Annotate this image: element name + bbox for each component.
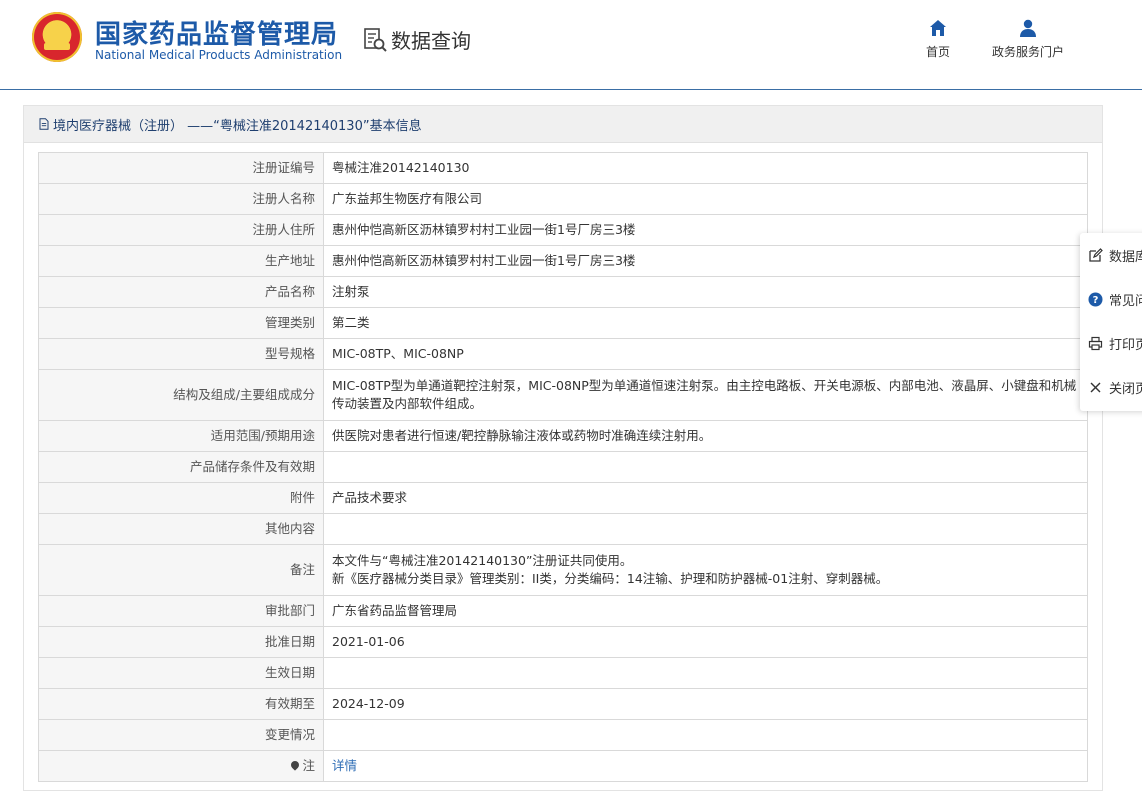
row-value: 2021-01-06 xyxy=(323,626,1088,658)
table-row: 附件 产品技术要求 xyxy=(38,482,1088,514)
row-value xyxy=(323,657,1088,689)
side-database-label: 数据库 xyxy=(1109,249,1142,265)
table-row: 注册人住所 惠州仲恺高新区沥林镇罗村村工业园一街1号厂房三3楼 xyxy=(38,214,1088,246)
svg-text:?: ? xyxy=(1093,295,1099,306)
row-label: 型号规格 xyxy=(38,338,324,370)
nav-service-portal[interactable]: 政务服务门户 xyxy=(988,18,1068,60)
row-label: 管理类别 xyxy=(38,307,324,339)
site-header: 国家药品监督管理局 National Medical Products Admi… xyxy=(0,0,1142,90)
document-icon xyxy=(39,118,49,130)
row-label: 结构及组成/主要组成成分 xyxy=(38,369,324,421)
data-query-heading: 数据查询 xyxy=(362,25,471,54)
row-label: 注 xyxy=(38,750,324,782)
row-value: 详情 xyxy=(323,750,1088,782)
row-value xyxy=(323,719,1088,751)
row-value: 惠州仲恺高新区沥林镇罗村村工业园一街1号厂房三3楼 xyxy=(323,214,1088,246)
national-emblem-icon xyxy=(32,12,82,62)
row-value xyxy=(323,513,1088,545)
table-row: 审批部门 广东省药品监督管理局 xyxy=(38,595,1088,627)
row-label: 备注 xyxy=(38,544,324,596)
table-row: 生产地址 惠州仲恺高新区沥林镇罗村村工业园一街1号厂房三3楼 xyxy=(38,245,1088,277)
table-row: 注册人名称 广东益邦生物医疗有限公司 xyxy=(38,183,1088,215)
table-row: 产品储存条件及有效期 xyxy=(38,451,1088,483)
user-icon xyxy=(1020,19,1036,37)
row-value: 第二类 xyxy=(323,307,1088,339)
side-faq-label: 常见问 xyxy=(1109,293,1142,309)
close-icon xyxy=(1090,382,1101,392)
table-row: 注 详情 xyxy=(38,750,1088,782)
side-print-label: 打印页 xyxy=(1109,337,1142,353)
printer-icon xyxy=(1088,336,1103,350)
row-value: 供医院对患者进行恒速/靶控静脉输注液体或药物时准确连续注射用。 xyxy=(323,420,1088,452)
row-label: 变更情况 xyxy=(38,719,324,751)
nav-service-portal-label: 政务服务门户 xyxy=(991,45,1064,59)
note-label: 注 xyxy=(302,758,315,773)
table-row: 其他内容 xyxy=(38,513,1088,545)
row-value: 产品技术要求 xyxy=(323,482,1088,514)
remark-line: 新《医疗器械分类目录》管理类别：II类，分类编码：14注输、护理和防护器械-01… xyxy=(332,571,889,586)
question-icon: ? xyxy=(1088,292,1103,306)
panel-title: 境内医疗器械（注册） ——“粤械注准20142140130”基本信息 xyxy=(53,118,422,134)
side-print-button[interactable]: 打印页 xyxy=(1080,321,1142,365)
table-row: 备注 本文件与“粤械注准20142140130”注册证共同使用。 新《医疗器械分… xyxy=(38,544,1088,596)
org-name-cn: 国家药品监督管理局 xyxy=(95,20,339,50)
row-label: 注册证编号 xyxy=(38,152,324,184)
nav-home[interactable]: 首页 xyxy=(898,18,978,60)
panel-title-bar: 境内医疗器械（注册） ——“粤械注准20142140130”基本信息 xyxy=(24,106,1102,143)
table-row: 注册证编号 粤械注准20142140130 xyxy=(38,152,1088,184)
table-row: 结构及组成/主要组成成分 MIC-08TP型为单通道靶控注射泵，MIC-08NP型… xyxy=(38,369,1088,421)
row-value: 注射泵 xyxy=(323,276,1088,308)
row-value: 广东益邦生物医疗有限公司 xyxy=(323,183,1088,215)
table-row: 管理类别 第二类 xyxy=(38,307,1088,339)
remark-line: 本文件与“粤械注准20142140130”注册证共同使用。 xyxy=(332,553,633,568)
side-database-button[interactable]: 数据库 xyxy=(1080,233,1142,277)
home-icon xyxy=(930,20,946,36)
row-label: 附件 xyxy=(38,482,324,514)
row-value: 2024-12-09 xyxy=(323,688,1088,720)
device-info-panel: 境内医疗器械（注册） ——“粤械注准20142140130”基本信息 注册证编号… xyxy=(23,105,1103,791)
table-row: 适用范围/预期用途 供医院对患者进行恒速/靶控静脉输注液体或药物时准确连续注射用。 xyxy=(38,420,1088,452)
nav-home-label: 首页 xyxy=(925,45,950,59)
floating-tool-panel: 数据库 ? 常见问 打印页 关闭页 xyxy=(1080,233,1142,411)
row-value: 本文件与“粤械注准20142140130”注册证共同使用。 新《医疗器械分类目录… xyxy=(323,544,1088,596)
info-table: 注册证编号 粤械注准20142140130 注册人名称 广东益邦生物医疗有限公司 注… xyxy=(38,152,1088,782)
row-value: 惠州仲恺高新区沥林镇罗村村工业园一街1号厂房三3楼 xyxy=(323,245,1088,277)
details-link[interactable]: 详情 xyxy=(332,758,357,773)
table-row: 产品名称 注射泵 xyxy=(38,276,1088,308)
row-value: MIC-08TP型为单通道靶控注射泵，MIC-08NP型为单通道恒速注射泵。由主… xyxy=(323,369,1088,421)
row-label: 生产地址 xyxy=(38,245,324,277)
table-row: 型号规格 MIC-08TP、MIC-08NP xyxy=(38,338,1088,370)
side-close-button[interactable]: 关闭页 xyxy=(1080,365,1142,409)
row-label: 产品名称 xyxy=(38,276,324,308)
table-row: 变更情况 xyxy=(38,719,1088,751)
side-faq-button[interactable]: ? 常见问 xyxy=(1080,277,1142,321)
row-label: 有效期至 xyxy=(38,688,324,720)
table-row: 有效期至 2024-12-09 xyxy=(38,688,1088,720)
row-value: 粤械注准20142140130 xyxy=(323,152,1088,184)
row-label: 生效日期 xyxy=(38,657,324,689)
pin-icon xyxy=(289,759,302,771)
row-label: 注册人名称 xyxy=(38,183,324,215)
document-search-icon xyxy=(364,27,387,52)
row-label: 其他内容 xyxy=(38,513,324,545)
row-value: 广东省药品监督管理局 xyxy=(323,595,1088,627)
table-row: 生效日期 xyxy=(38,657,1088,689)
row-label: 批准日期 xyxy=(38,626,324,658)
org-name-en: National Medical Products Administration xyxy=(95,48,343,62)
table-row: 批准日期 2021-01-06 xyxy=(38,626,1088,658)
data-query-title: 数据查询 xyxy=(391,29,471,53)
row-label: 注册人住所 xyxy=(38,214,324,246)
row-value xyxy=(323,451,1088,483)
row-label: 适用范围/预期用途 xyxy=(38,420,324,452)
side-close-label: 关闭页 xyxy=(1109,381,1142,397)
edit-icon xyxy=(1089,247,1103,262)
row-label: 审批部门 xyxy=(38,595,324,627)
row-value: MIC-08TP、MIC-08NP xyxy=(323,338,1088,370)
row-label: 产品储存条件及有效期 xyxy=(38,451,324,483)
